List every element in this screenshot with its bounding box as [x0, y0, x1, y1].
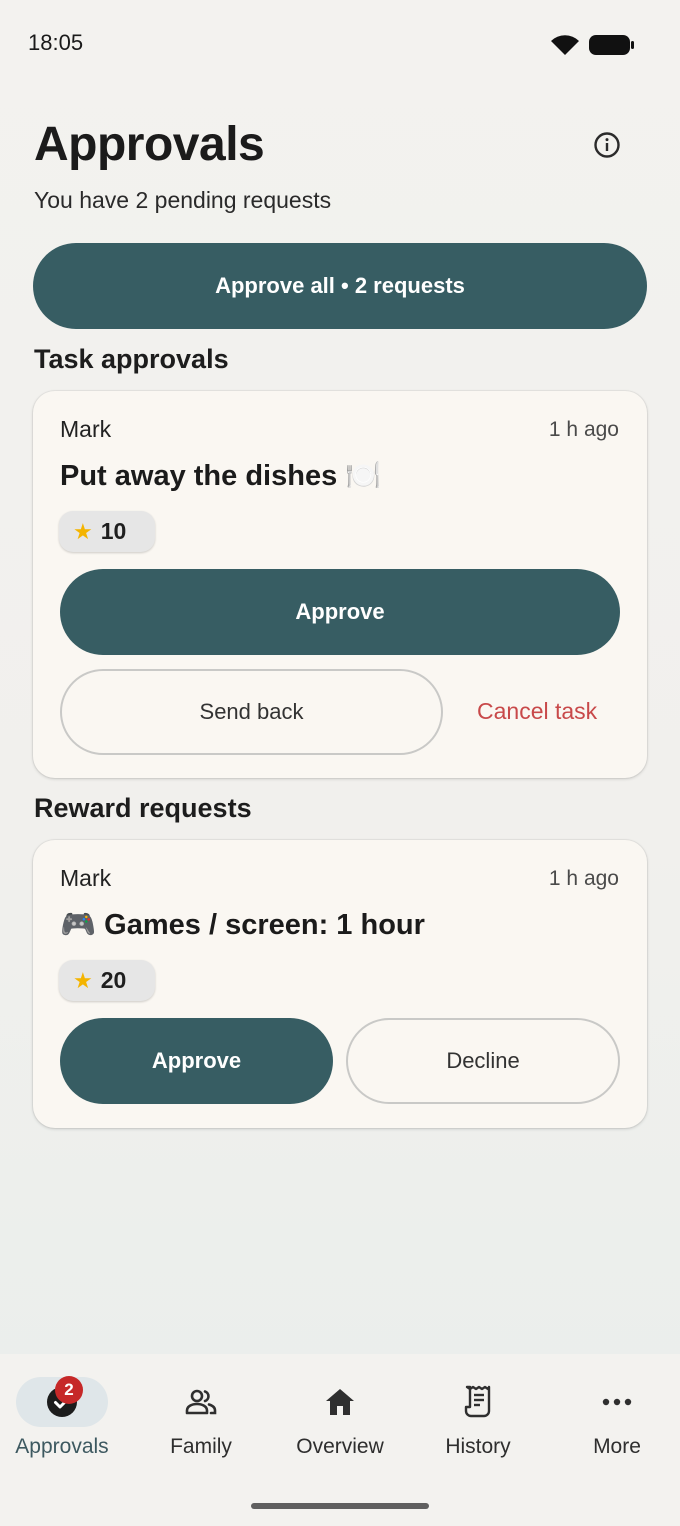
page-title: Approvals [34, 118, 265, 171]
nav-icon-container [571, 1377, 663, 1427]
points-badge: ★ 10 [59, 511, 155, 552]
cancel-task-button[interactable]: Cancel task [477, 698, 597, 725]
decline-reward-button[interactable]: Decline [346, 1018, 620, 1104]
requester-name: Mark [60, 416, 112, 442]
approve-reward-button[interactable]: Approve [60, 1018, 333, 1104]
nav-item-approvals[interactable]: 2 Approvals [0, 1374, 130, 1470]
nav-item-more[interactable]: More [549, 1374, 680, 1470]
battery-icon [589, 35, 634, 55]
star-icon: ★ [73, 967, 93, 993]
bottom-navigation: 2 Approvals Family Overview History More [0, 1354, 680, 1526]
nav-icon-container [294, 1377, 386, 1427]
receipt-icon [464, 1385, 491, 1418]
approvals-count-badge: 2 [55, 1376, 83, 1404]
nav-item-family[interactable]: Family [133, 1374, 269, 1470]
points-value: 20 [100, 967, 127, 993]
task-title: Put away the dishes 🍽️ [60, 460, 382, 492]
request-time: 1 h ago [548, 418, 619, 441]
reward-request-card: Mark 1 h ago 🎮 Games / screen: 1 hour ★ … [33, 840, 647, 1128]
wifi-icon [551, 35, 579, 55]
more-horizontal-icon [602, 1398, 632, 1406]
pending-summary: You have 2 pending requests [34, 187, 332, 213]
requester-name: Mark [60, 865, 112, 891]
nav-label: Family [170, 1435, 232, 1458]
nav-label: Approvals [15, 1435, 109, 1458]
nav-icon-container [432, 1377, 524, 1427]
request-time: 1 h ago [548, 867, 619, 890]
nav-label: More [593, 1435, 641, 1458]
status-bar: 18:05 [0, 0, 680, 88]
points-badge: ★ 20 [59, 960, 155, 1001]
points-value: 10 [100, 518, 127, 544]
nav-item-overview[interactable]: Overview [272, 1374, 408, 1470]
section-title-task-approvals: Task approvals [34, 344, 229, 374]
info-icon [594, 132, 620, 158]
send-back-button[interactable]: Send back [60, 669, 443, 755]
task-approval-card: Mark 1 h ago Put away the dishes 🍽️ ★ 10… [33, 391, 647, 778]
approve-task-button[interactable]: Approve [60, 569, 620, 655]
nav-label: History [445, 1435, 511, 1458]
home-indicator[interactable] [251, 1503, 429, 1509]
info-button[interactable] [586, 124, 628, 166]
status-time: 18:05 [28, 30, 84, 55]
nav-label: Overview [296, 1435, 384, 1458]
nav-icon-container [155, 1377, 247, 1427]
reward-title: 🎮 Games / screen: 1 hour [60, 909, 425, 941]
approve-all-button[interactable]: Approve all • 2 requests [33, 243, 647, 329]
nav-item-history[interactable]: History [410, 1374, 546, 1470]
section-title-reward-requests: Reward requests [34, 793, 252, 823]
home-icon [326, 1389, 354, 1415]
star-icon: ★ [73, 518, 93, 544]
people-icon [185, 1389, 217, 1415]
